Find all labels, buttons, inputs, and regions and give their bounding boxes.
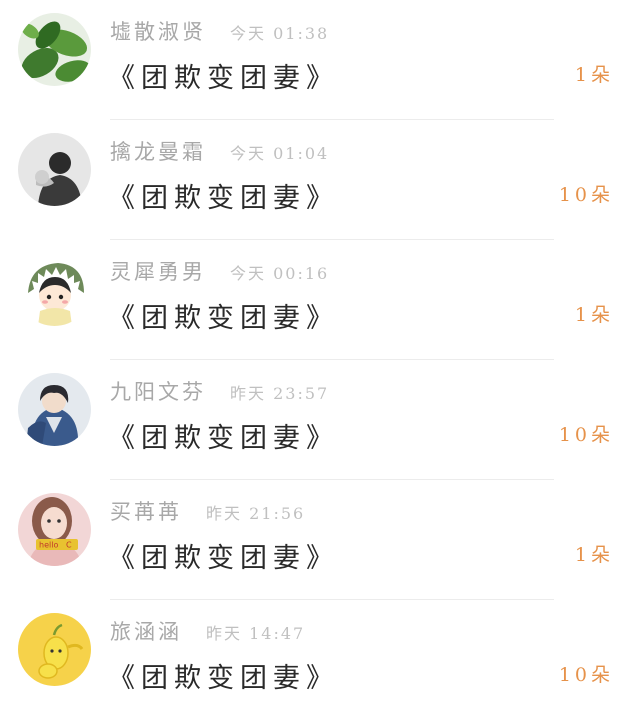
list-item[interactable]: 墟散淑贤 今天 01:38 《团欺变团妻》 1朵 xyxy=(0,0,640,120)
message-text: 《团欺变团妻》 xyxy=(108,303,339,334)
message-text: 《团欺变团妻》 xyxy=(108,183,339,214)
message-text: 《团欺变团妻》 xyxy=(108,63,339,94)
cartoon-dinosaur-girl-avatar-icon[interactable] xyxy=(18,253,91,326)
list-item[interactable]: 擒龙曼霜 今天 01:04 《团欺变团妻》 10朵 xyxy=(0,120,640,240)
message-meta: 灵犀勇男 今天 00:16 xyxy=(110,256,329,286)
sender-name[interactable]: 墟散淑贤 xyxy=(110,16,206,46)
message-meta: 旅涵涵 昨天 14:47 xyxy=(110,616,305,646)
monochrome-person-avatar-icon[interactable] xyxy=(18,133,91,206)
sender-name[interactable]: 买苒苒 xyxy=(110,496,182,526)
gift-message-list: 墟散淑贤 今天 01:38 《团欺变团妻》 1朵 擒龙曼霜 今天 01:04 《… xyxy=(0,0,640,702)
timestamp: 今天 01:38 xyxy=(230,24,330,43)
message-meta: 九阳文芬 昨天 23:57 xyxy=(110,376,329,406)
message-meta: 墟散淑贤 今天 01:38 xyxy=(110,16,329,46)
flower-count: 1朵 xyxy=(574,544,614,566)
message-text: 《团欺变团妻》 xyxy=(108,423,339,454)
flower-count: 10朵 xyxy=(558,424,614,446)
anime-boy-blue-hoodie-avatar-icon[interactable] xyxy=(18,373,91,446)
list-item[interactable]: 九阳文芬 昨天 23:57 《团欺变团妻》 10朵 xyxy=(0,360,640,480)
list-item[interactable]: 灵犀勇男 今天 00:16 《团欺变团妻》 1朵 xyxy=(0,240,640,360)
sender-name[interactable]: 旅涵涵 xyxy=(110,616,182,646)
message-meta: 买苒苒 昨天 21:56 xyxy=(110,496,305,526)
yellow-character-avatar-icon[interactable] xyxy=(18,613,91,686)
svg-text:C: C xyxy=(66,541,72,550)
timestamp: 今天 00:16 xyxy=(230,264,330,283)
timestamp: 今天 01:04 xyxy=(230,144,330,163)
svg-text:hello: hello xyxy=(39,541,58,550)
timestamp: 昨天 14:47 xyxy=(206,624,306,643)
list-item[interactable]: 旅涵涵 昨天 14:47 《团欺变团妻》 10朵 xyxy=(0,600,640,720)
message-text: 《团欺变团妻》 xyxy=(108,543,339,574)
sender-name[interactable]: 擒龙曼霜 xyxy=(110,136,206,166)
girl-photo-hello-sticker-avatar-icon[interactable]: hello C xyxy=(18,493,91,566)
flower-count: 10朵 xyxy=(558,184,614,206)
sender-name[interactable]: 九阳文芬 xyxy=(110,376,206,406)
flower-count: 1朵 xyxy=(574,64,614,86)
timestamp: 昨天 21:56 xyxy=(206,504,306,523)
flower-count: 10朵 xyxy=(558,664,614,686)
message-meta: 擒龙曼霜 今天 01:04 xyxy=(110,136,329,166)
timestamp: 昨天 23:57 xyxy=(230,384,330,403)
sender-name[interactable]: 灵犀勇男 xyxy=(110,256,206,286)
message-text: 《团欺变团妻》 xyxy=(108,663,339,694)
plant-leaves-avatar-icon[interactable] xyxy=(18,13,91,86)
list-item[interactable]: hello C 买苒苒 昨天 21:56 《团欺变团妻》 1朵 xyxy=(0,480,640,600)
flower-count: 1朵 xyxy=(574,304,614,326)
